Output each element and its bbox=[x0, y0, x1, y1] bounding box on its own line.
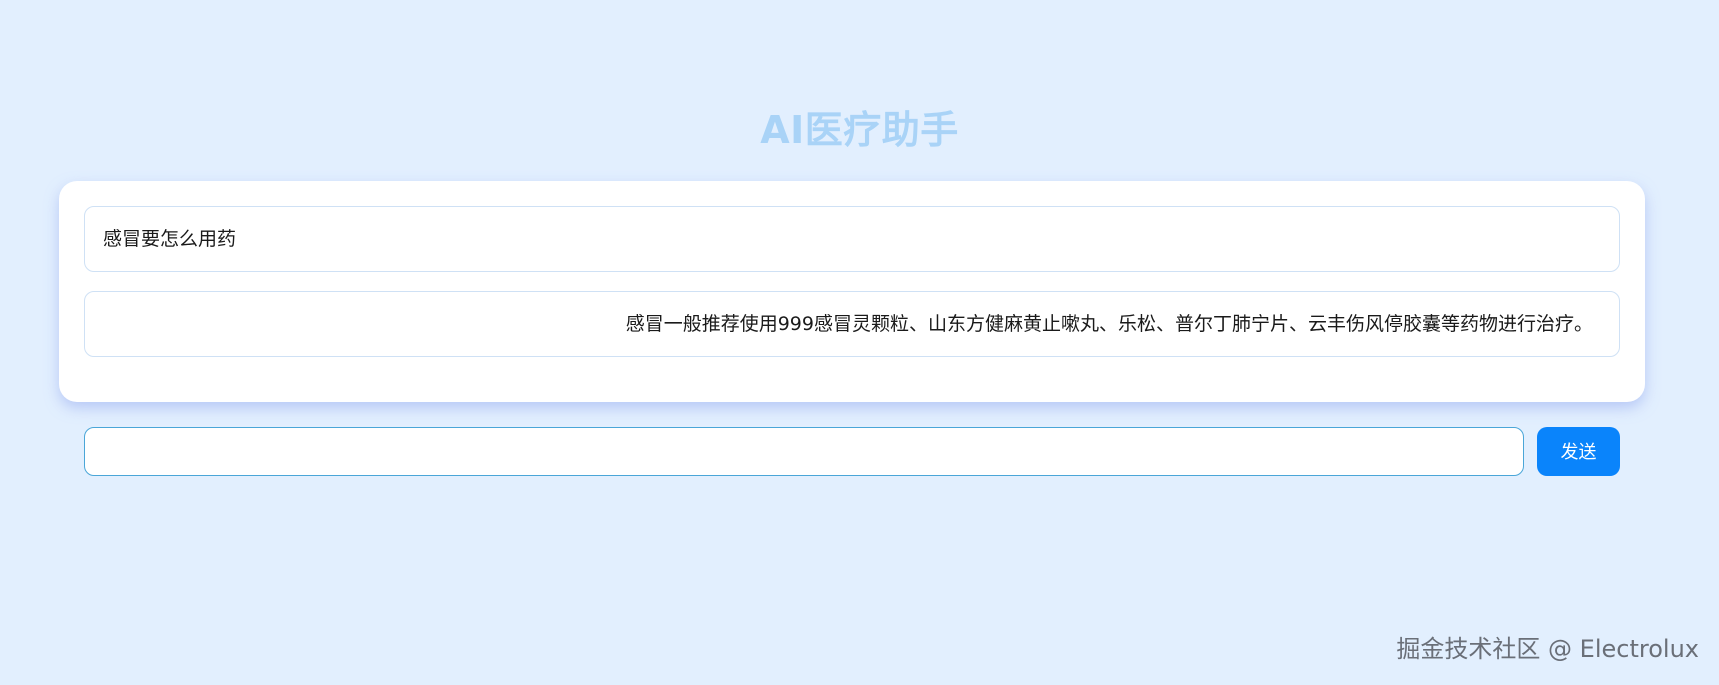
assistant-message: 感冒一般推荐使用999感冒灵颗粒、山东方健麻黄止嗽丸、乐松、普尔丁肺宁片、云丰伤… bbox=[84, 291, 1620, 357]
message-input[interactable] bbox=[84, 427, 1524, 476]
chat-history-panel: 感冒要怎么用药 感冒一般推荐使用999感冒灵颗粒、山东方健麻黄止嗽丸、乐松、普尔… bbox=[59, 181, 1645, 402]
send-button[interactable]: 发送 bbox=[1537, 427, 1620, 476]
watermark: 掘金技术社区 @ Electrolux bbox=[1396, 635, 1699, 663]
user-message: 感冒要怎么用药 bbox=[84, 206, 1620, 272]
page-title: AI医疗助手 bbox=[760, 108, 959, 152]
composer: 发送 bbox=[84, 427, 1620, 476]
